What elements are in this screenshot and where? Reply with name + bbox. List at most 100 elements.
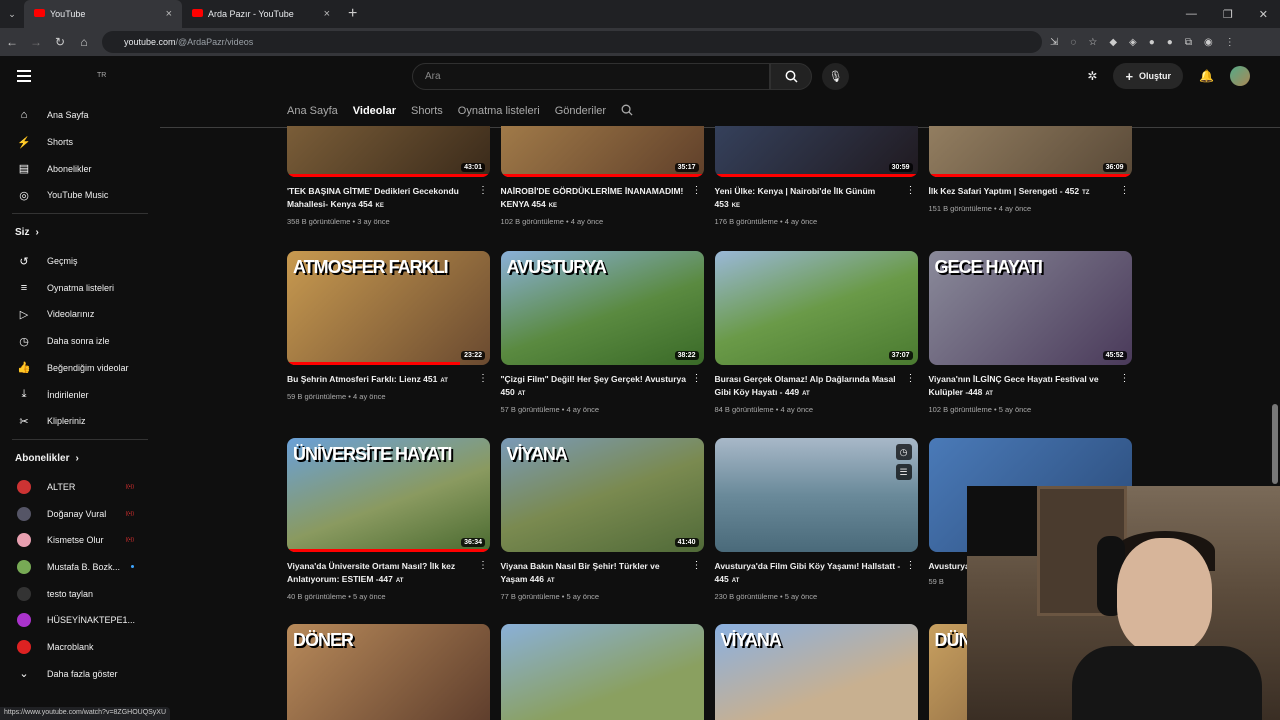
video-card[interactable]: DÖNER [287,624,490,720]
tab-1[interactable]: Ana Sayfa [287,105,338,117]
video-title[interactable]: Avusturya'da Film Gibi Köy Yaşamı! Halls… [715,560,902,588]
video-thumbnail[interactable]: 43:01 [287,126,490,177]
star-icon[interactable]: ☆ [1088,37,1097,48]
video-card[interactable]: 30:59 Yeni Ülke: Kenya | Nairobi'de İlk G… [714,126,918,226]
video-title[interactable]: Burası Gerçek Olamaz! Alp Dağlarında Mas… [715,373,902,401]
video-thumbnail[interactable]: ATMOSFER FARKLI 23:22 [287,251,490,365]
account-avatar[interactable] [1230,66,1250,86]
profile-icon[interactable]: ◉ [1204,37,1213,48]
video-card[interactable] [500,624,704,720]
tab-5[interactable]: Gönderiler [555,105,606,117]
tab-list-icon[interactable]: ⌄ [0,9,24,20]
notifications-bell-icon[interactable]: 🔔 [1199,69,1214,83]
video-card[interactable]: AVUSTURYA 38:22 "Çizgi Film" Değil! Her Şe… [500,251,704,414]
create-button[interactable]: + Oluştur [1113,63,1184,89]
hamburger-menu-icon[interactable] [17,70,31,82]
extension-icon[interactable]: ● [1149,37,1155,48]
more-options-icon[interactable]: ⋮ [478,185,488,196]
video-thumbnail[interactable]: AVUSTURYA 38:22 [500,251,704,365]
maximize-icon[interactable]: ❐ [1223,8,1233,21]
sidebar-item-home[interactable]: ⌂ Ana Sayfa [0,102,160,129]
add-to-queue-icon[interactable]: ☰ [895,464,912,480]
sidebar-subscription[interactable]: testo taylan [0,580,160,607]
video-card[interactable]: GECE HAYATI 45:52 Viyana'nın İLGİNÇ Gece H… [928,251,1132,414]
forward-icon[interactable]: → [24,35,48,49]
browser-tab-youtube[interactable]: YouTube × [24,0,182,28]
sidebar-subscription[interactable]: Macroblank [0,634,160,661]
show-more-button[interactable]: ⌄ Daha fazla göster [0,660,160,687]
more-options-icon[interactable]: ⋮ [692,373,702,384]
eye-off-icon[interactable]: ◌ [1070,37,1076,48]
video-title[interactable]: Viyana'da Üniversite Ortamı Nasıl? İlk k… [287,560,474,588]
extension-icon[interactable]: ◆ [1109,37,1117,48]
sidebar-item-shorts[interactable]: ⚡ Shorts [0,129,160,156]
more-options-icon[interactable]: ⋮ [906,373,916,384]
video-thumbnail[interactable] [500,624,704,720]
new-tab-icon[interactable]: + [348,5,357,23]
install-icon[interactable]: ⇲ [1050,37,1058,48]
video-thumbnail[interactable]: 30:59 [714,126,918,177]
more-options-icon[interactable]: ⋮ [906,185,916,196]
sidebar-subs-header[interactable]: Abonelikler › [0,444,160,474]
video-card[interactable]: VİYANA [714,624,918,720]
sidebar-item-watch-later[interactable]: ◷ Daha sonra izle [0,328,160,355]
video-title[interactable]: 'TEK BAŞINA GİTME' Dedikleri Gecekondu M… [287,185,474,213]
sidebar-item-scissors[interactable]: ✂ Klipleriniz [0,408,160,435]
puzzle-icon[interactable]: ⧉ [1185,37,1192,48]
more-options-icon[interactable]: ⋮ [692,560,702,571]
sidebar-subscription[interactable]: Kismetse Olur ((•)) [0,527,160,554]
video-card[interactable]: VİYANA 41:40 Viyana Bakın Nasıl Bir Şehir!… [500,438,704,601]
video-title[interactable]: "Çizgi Film" Değil! Her Şey Gerçek! Avus… [501,373,688,401]
sidebar-subscription[interactable]: Doğanay Vural ((•)) [0,500,160,527]
sidebar-item-subscriptions[interactable]: ▤ Abonelikler [0,155,160,182]
sidebar-item-music[interactable]: ◎ YouTube Music [0,182,160,209]
sidebar-item-download[interactable]: ⤓ İndirilenler [0,381,160,408]
video-title[interactable]: Bu Şehrin Atmosferi Farklı: Lienz 451 AT [287,373,474,388]
tab-2[interactable]: Videolar [353,105,396,117]
sidebar-you-header[interactable]: Siz › [0,218,160,248]
scrollbar-thumb[interactable] [1272,404,1278,484]
sidebar-item-history[interactable]: ↺ Geçmiş [0,248,160,275]
video-thumbnail[interactable]: 35:17 [500,126,704,177]
video-card[interactable]: 43:01 'TEK BAŞINA GİTME' Dedikleri Geceko… [287,126,490,226]
cast-icon[interactable]: ✲ [1087,69,1097,83]
video-thumbnail[interactable]: ◷ ☰ [714,438,918,552]
sidebar-subscription[interactable]: HÜSEYİNAKTEPE1... [0,607,160,634]
minimize-icon[interactable]: — [1186,8,1197,20]
video-thumbnail[interactable]: ÜNİVERSİTE HAYATI 36:34 [287,438,490,552]
search-button[interactable] [770,63,812,90]
sidebar-item-your-videos[interactable]: ▷ Videolarınız [0,301,160,328]
video-card[interactable]: ◷ ☰ Avusturya'da Film Gibi Köy Yaşamı! Hal… [714,438,918,601]
video-card[interactable]: ÜNİVERSİTE HAYATI 36:34 Viyana'da Üniversi… [287,438,490,601]
address-bar[interactable]: youtube.com/@ArdaPazr/videos [102,31,1042,53]
video-title[interactable]: İlk Kez Safari Yaptım | Serengeti - 452 T… [929,185,1116,200]
close-window-icon[interactable]: ✕ [1259,8,1268,21]
video-title[interactable]: Viyana Bakın Nasıl Bir Şehir! Türkler ve… [501,560,688,588]
more-options-icon[interactable]: ⋮ [478,373,488,384]
video-thumbnail[interactable]: 36:09 [928,126,1132,177]
browser-tab-arda[interactable]: Arda Pazır - YouTube × [182,0,340,28]
extension-icon[interactable]: ● [1167,37,1173,48]
video-card[interactable]: ATMOSFER FARKLI 23:22 Bu Şehrin Atmosferi … [287,251,490,401]
sidebar-item-playlists[interactable]: ≡ Oynatma listeleri [0,274,160,301]
back-icon[interactable]: ← [0,35,24,49]
more-options-icon[interactable]: ⋮ [1120,185,1130,196]
search-input[interactable]: Ara [412,63,770,90]
video-card[interactable]: 37:07 Burası Gerçek Olamaz! Alp Dağlarınd… [714,251,918,414]
video-thumbnail[interactable]: GECE HAYATI 45:52 [928,251,1132,365]
video-thumbnail[interactable]: VİYANA [714,624,918,720]
video-card[interactable]: 36:09 İlk Kez Safari Yaptım | Serengeti -… [928,126,1132,213]
more-options-icon[interactable]: ⋮ [1120,373,1130,384]
watch-later-icon[interactable]: ◷ [895,444,912,460]
sidebar-subscription[interactable]: Mustafa B. Bozk... [0,554,160,581]
channel-search-icon[interactable] [621,104,633,119]
reload-icon[interactable]: ↻ [48,35,72,49]
tab-4[interactable]: Oynatma listeleri [458,105,540,117]
extension-icon[interactable]: ◈ [1129,37,1137,48]
more-options-icon[interactable]: ⋮ [906,560,916,571]
voice-search-button[interactable]: 🎙 [822,63,849,90]
video-thumbnail[interactable]: 37:07 [714,251,918,365]
menu-dots-icon[interactable]: ⋮ [1225,37,1235,48]
tab-3[interactable]: Shorts [411,105,443,117]
video-card[interactable]: 35:17 NAİROBİ'DE GÖRDÜKLERİME İNANAMADIM!… [500,126,704,226]
